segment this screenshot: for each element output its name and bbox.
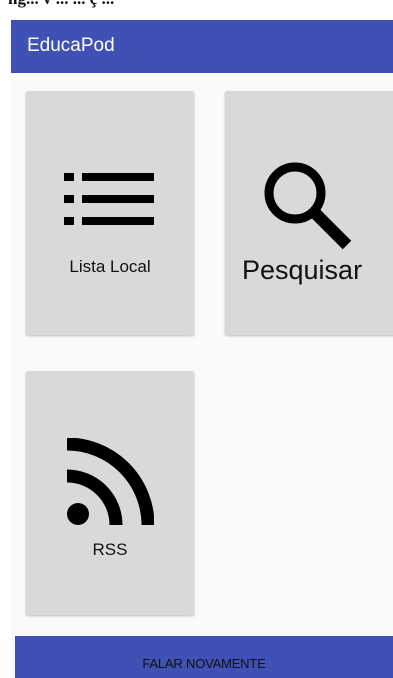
tile-label-lista-local: Lista Local — [69, 257, 151, 276]
list-icon — [64, 173, 154, 225]
falar-novamente-label: FALAR NOVAMENTE — [142, 656, 266, 671]
tile-label-pesquisar: Pesquisar — [242, 255, 363, 285]
tile-lista-local[interactable]: Lista Local — [26, 91, 194, 335]
tile-label-rss: RSS — [92, 540, 128, 559]
tile-rss[interactable]: RSS — [26, 371, 194, 615]
falar-novamente-button[interactable]: FALAR NOVAMENTE — [15, 636, 393, 678]
app-title: EducaPod — [27, 35, 115, 56]
search-icon — [264, 162, 352, 250]
cropped-header-strip: ng... v ... ... ç ... — [0, 0, 393, 20]
tile-pesquisar[interactable]: Pesquisar — [225, 91, 393, 335]
app-bar: EducaPod — [11, 20, 393, 73]
app-screen: EducaPod Lista Local Pesquisar RSS FALAR… — [11, 20, 393, 678]
cropped-header-text: ng... v ... ... ç ... — [8, 0, 114, 9]
rss-icon — [66, 438, 154, 526]
